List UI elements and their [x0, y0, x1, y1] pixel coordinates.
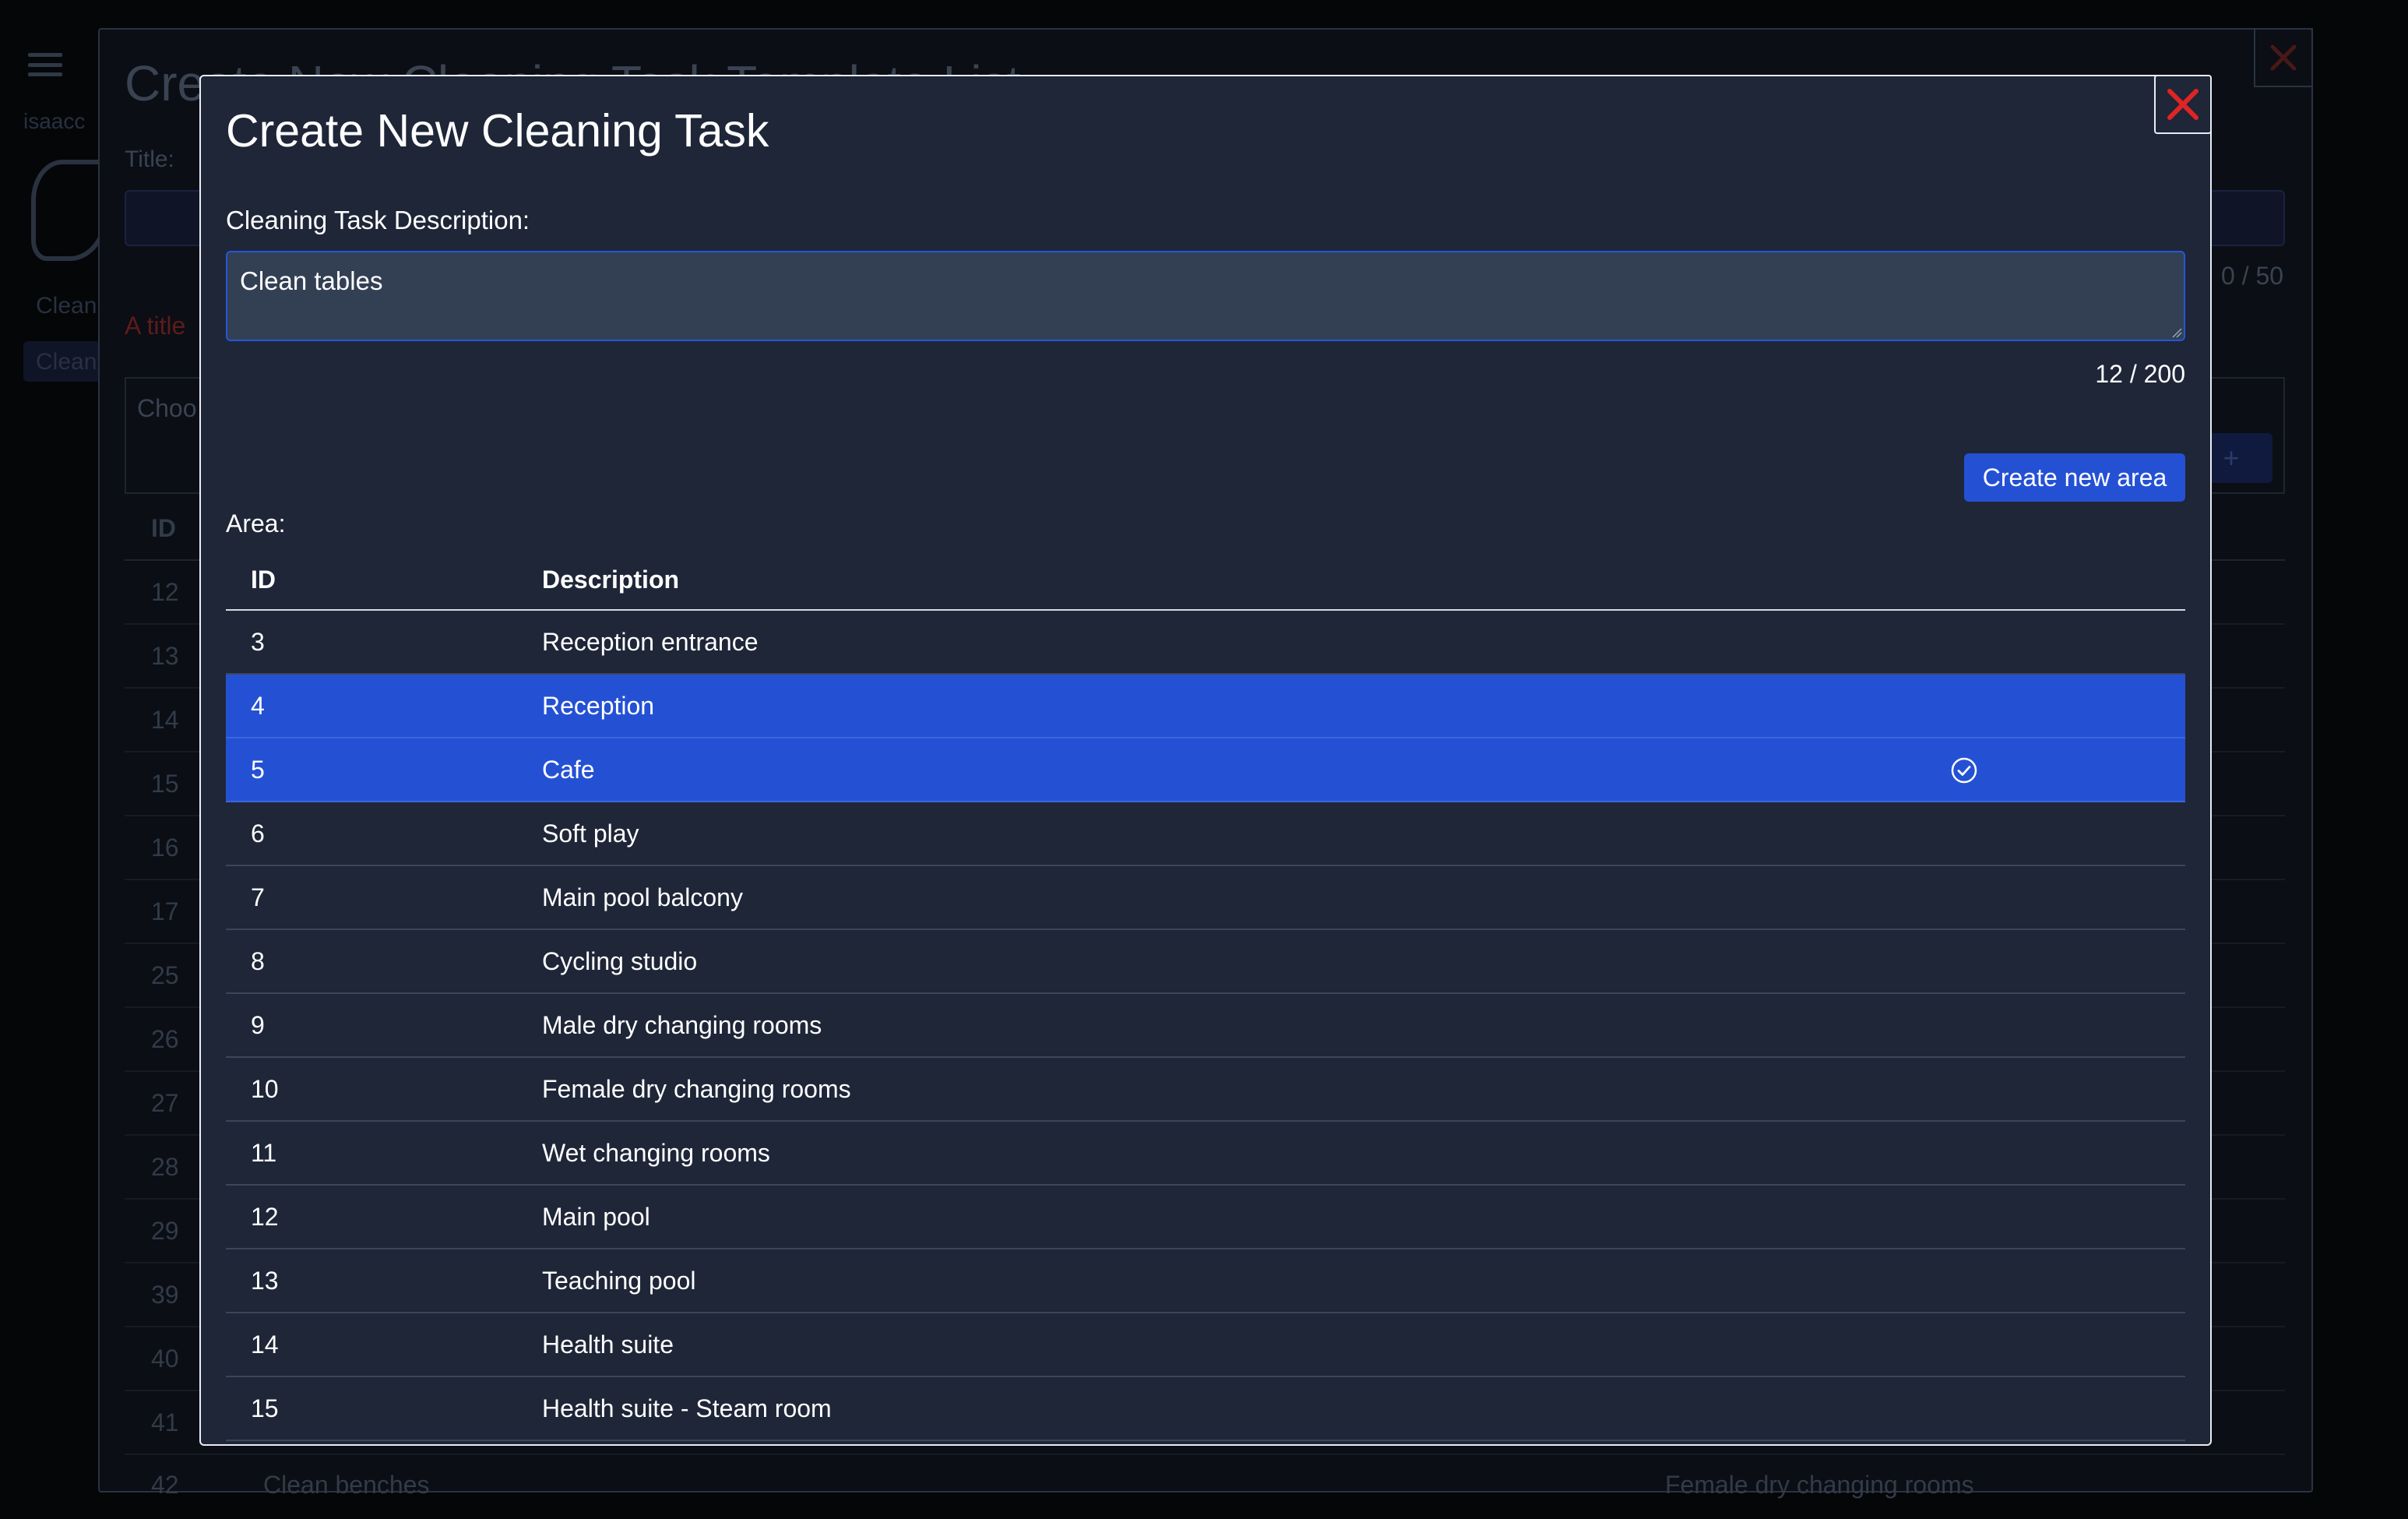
area-id-cell: 11 [251, 1139, 277, 1167]
description-input[interactable] [226, 251, 2185, 341]
background-row-id: 13 [151, 642, 179, 670]
background-row-id: 41 [151, 1408, 179, 1436]
area-row[interactable]: 3 Reception entrance [226, 611, 2185, 675]
background-row-id: 15 [151, 770, 179, 798]
area-id-cell: 5 [251, 756, 265, 784]
logo [31, 160, 109, 261]
area-id-cell: 14 [251, 1330, 279, 1359]
area-id-cell: 8 [251, 947, 265, 975]
background-row-id: 17 [151, 897, 179, 925]
background-row-id: 12 [151, 578, 179, 606]
create-new-area-button[interactable]: Create new area [1964, 453, 2185, 502]
area-row[interactable]: 8 Cycling studio [226, 930, 2185, 994]
validation-warning: A title [125, 312, 186, 340]
area-label: Area: [226, 509, 286, 537]
background-row-id: 26 [151, 1025, 179, 1053]
title-counter: 0 / 50 [2221, 262, 2284, 290]
description-counter: 12 / 200 [2095, 360, 2185, 388]
id-column-header: ID [251, 566, 276, 594]
background-row-id: 16 [151, 834, 179, 862]
area-id-cell: 6 [251, 819, 265, 848]
modal-title: Create New Cleaning Task [226, 105, 769, 157]
menu-icon[interactable] [28, 53, 62, 76]
area-description-cell: Soft play [542, 819, 639, 848]
area-description-cell: Reception [542, 692, 655, 720]
choose-label: Choo [137, 394, 197, 422]
background-row-id: 42 [151, 1471, 179, 1499]
area-table: ID Description 3 Reception entrance 4 Recep… [226, 547, 2185, 1441]
area-table-body: 3 Reception entrance 4 Reception 5 Cafe 6 Soft … [226, 611, 2185, 1441]
area-id-cell: 10 [251, 1075, 279, 1103]
area-row[interactable]: 15 Health suite - Steam room [226, 1377, 2185, 1441]
modal-close-button[interactable] [2154, 75, 2212, 134]
description-label: Cleaning Task Description: [226, 206, 530, 234]
background-row-id: 25 [151, 961, 179, 989]
check-circle-icon [1951, 757, 1977, 784]
background-close-button[interactable] [2254, 28, 2313, 87]
area-id-cell: 9 [251, 1011, 265, 1039]
area-description-cell: Health suite [542, 1330, 674, 1359]
area-row[interactable]: 12 Main pool [226, 1186, 2185, 1249]
close-icon [2270, 44, 2297, 71]
background-row-id: 14 [151, 706, 179, 734]
background-row-id: 28 [151, 1153, 179, 1181]
area-id-cell: 13 [251, 1267, 279, 1295]
area-row[interactable]: 10 Female dry changing rooms [226, 1058, 2185, 1122]
area-row[interactable]: 13 Teaching pool [226, 1249, 2185, 1313]
area-row[interactable]: 14 Health suite [226, 1313, 2185, 1377]
background-row-description: Clean benches [263, 1471, 430, 1499]
id-header: ID [151, 514, 176, 542]
background-row-id: 40 [151, 1345, 179, 1373]
description-column-header: Description [542, 566, 680, 594]
background-row-id: 29 [151, 1217, 179, 1245]
area-row[interactable]: 7 Main pool balcony [226, 866, 2185, 930]
area-description-cell: Male dry changing rooms [542, 1011, 822, 1039]
area-row[interactable]: 4 Reception [226, 675, 2185, 738]
area-description-cell: Wet changing rooms [542, 1139, 770, 1167]
background-row-id: 27 [151, 1089, 179, 1117]
area-row[interactable]: 6 Soft play [226, 802, 2185, 866]
area-row[interactable]: 11 Wet changing rooms [226, 1122, 2185, 1186]
area-row[interactable]: 5 Cafe [226, 738, 2185, 802]
area-id-cell: 7 [251, 883, 265, 911]
area-description-cell: Cafe [542, 756, 595, 784]
sidebar-item[interactable]: Clean [36, 293, 97, 319]
area-id-cell: 15 [251, 1394, 279, 1422]
area-description-cell: Main pool balcony [542, 883, 743, 911]
title-label: Title: [125, 146, 174, 172]
resize-handle-icon[interactable] [2171, 327, 2182, 338]
background-row-area: Female dry changing rooms [1665, 1471, 1974, 1499]
area-description-cell: Health suite - Steam room [542, 1394, 832, 1422]
area-id-cell: 4 [251, 692, 265, 720]
area-id-cell: 3 [251, 628, 265, 656]
area-description-cell: Cycling studio [542, 947, 698, 975]
area-table-header: ID Description [226, 547, 2185, 611]
area-description-cell: Main pool [542, 1203, 650, 1231]
area-id-cell: 12 [251, 1203, 279, 1231]
area-description-cell: Teaching pool [542, 1267, 696, 1295]
background-row-id: 39 [151, 1281, 179, 1309]
area-description-cell: Female dry changing rooms [542, 1075, 851, 1103]
close-icon [2167, 89, 2199, 120]
area-description-cell: Reception entrance [542, 628, 759, 656]
user-name: isaacc [23, 109, 86, 133]
area-row[interactable]: 9 Male dry changing rooms [226, 994, 2185, 1058]
